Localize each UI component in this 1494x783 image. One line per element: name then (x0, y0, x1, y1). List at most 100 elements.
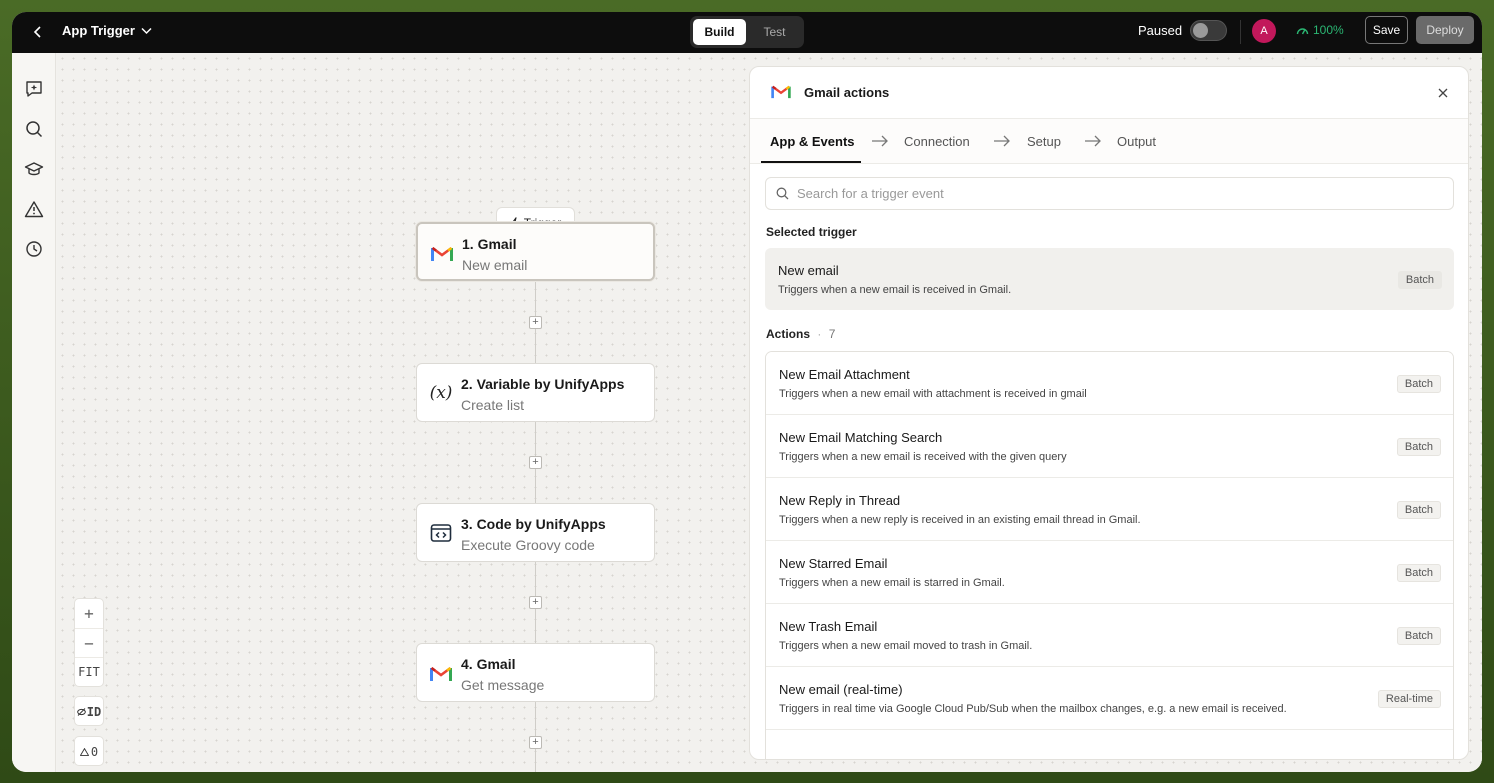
active-tab-underline (761, 161, 861, 163)
list-item[interactable]: New Email Matching Search Triggers when … (766, 415, 1453, 478)
workflow-node-2[interactable]: (x) 2. Variable by UnifyApps Create list (416, 363, 655, 422)
search-box (765, 177, 1454, 210)
mode-toggle: Build Test (690, 16, 804, 48)
avatar[interactable]: A (1252, 19, 1276, 43)
event-description: Triggers when a new email is received in… (778, 284, 1012, 296)
list-item[interactable]: New Starred Email Triggers when a new em… (766, 541, 1453, 604)
zoom-in-button[interactable]: + (75, 599, 103, 628)
arrow-right-icon (872, 135, 888, 147)
health-value: 100% (1313, 23, 1344, 37)
list-item[interactable]: New Reply in Thread Triggers when a new … (766, 478, 1453, 541)
panel-header: Gmail actions (750, 67, 1468, 119)
list-item-partial[interactable] (766, 730, 1453, 759)
warnings-count: 0 (75, 737, 103, 766)
node-title: 4. Gmail (461, 656, 516, 672)
actions-list: New Email Attachment Triggers when a new… (765, 351, 1454, 759)
rail-learn-button[interactable] (23, 158, 45, 180)
warning-small-icon (79, 747, 89, 756)
add-step-button[interactable]: + (529, 456, 542, 469)
build-mode-button[interactable]: Build (693, 19, 746, 45)
health-indicator: 100% (1296, 23, 1344, 37)
id-toggle: ID (75, 697, 103, 726)
paused-toggle[interactable] (1190, 20, 1227, 41)
arrow-right-icon (1085, 135, 1101, 147)
event-description: Triggers in real time via Google Cloud P… (779, 703, 1287, 715)
add-step-button[interactable]: + (529, 596, 542, 609)
left-rail (12, 53, 56, 772)
gmail-actions-panel: Gmail actions App & Events Connection Se… (749, 66, 1469, 760)
eye-off-icon (76, 707, 86, 716)
actions-label: Actions (766, 327, 811, 341)
node-title: 1. Gmail (462, 236, 517, 252)
mode-badge: Batch (1397, 271, 1442, 289)
top-bar: App Trigger Build Test Paused A 100% Sav… (12, 12, 1482, 53)
id-toggle-label: ID (86, 704, 102, 719)
workflow-node-4[interactable]: 4. Gmail Get message (416, 643, 655, 702)
toggle-knob (1193, 23, 1208, 38)
mode-badge: Batch (1396, 438, 1441, 456)
close-icon[interactable] (1436, 86, 1450, 100)
app-window: App Trigger Build Test Paused A 100% Sav… (12, 12, 1482, 772)
divider (1240, 20, 1241, 44)
selected-trigger-heading: Selected trigger (766, 225, 857, 239)
chevron-left-icon (33, 26, 41, 38)
event-title: New email (real-time) (779, 682, 903, 697)
search-icon (26, 121, 43, 138)
node-subtitle: New email (462, 257, 528, 273)
list-item[interactable]: New Email Attachment Triggers when a new… (766, 352, 1453, 415)
arrow-right-icon (994, 135, 1010, 147)
variable-icon: (x) (429, 383, 453, 403)
selected-trigger-card[interactable]: New email Triggers when a new email is r… (765, 248, 1454, 310)
mode-badge: Batch (1396, 564, 1441, 582)
node-subtitle: Create list (461, 397, 525, 413)
add-step-button[interactable]: + (529, 736, 542, 749)
mode-badge: Batch (1396, 501, 1441, 519)
mode-badge: Batch (1396, 627, 1441, 645)
list-item[interactable]: New email (real-time) Triggers in real t… (766, 667, 1453, 730)
tab-output[interactable]: Output (1117, 134, 1156, 149)
mode-badge: Real-time (1377, 690, 1441, 708)
warnings-button[interactable]: 0 (74, 736, 104, 766)
actions-heading: Actions · 7 (766, 327, 835, 341)
warnings-value: 0 (90, 744, 99, 759)
back-button[interactable] (28, 22, 48, 42)
event-title: New Email Matching Search (779, 430, 943, 445)
tab-connection[interactable]: Connection (904, 134, 970, 149)
search-input[interactable] (797, 186, 1397, 201)
actions-count: 7 (828, 327, 836, 341)
add-step-button[interactable]: + (529, 316, 542, 329)
list-item[interactable]: New Trash Email Triggers when a new emai… (766, 604, 1453, 667)
rail-history-button[interactable] (23, 238, 45, 260)
rail-search-button[interactable] (23, 118, 45, 140)
event-description: Triggers when a new reply is received in… (779, 514, 1141, 526)
test-mode-button[interactable]: Test (748, 19, 801, 45)
paused-label: Paused (1138, 23, 1183, 38)
app-title: App Trigger (62, 23, 135, 38)
id-toggle-button[interactable]: ID (74, 696, 104, 726)
event-title: New Trash Email (779, 619, 878, 634)
node-title: 2. Variable by UnifyApps (461, 376, 625, 392)
code-icon (429, 522, 453, 544)
app-title-dropdown[interactable]: App Trigger (62, 23, 152, 38)
event-title: New Starred Email (779, 556, 888, 571)
workflow-node-3[interactable]: 3. Code by UnifyApps Execute Groovy code (416, 503, 655, 562)
sparkle-chat-icon (26, 81, 42, 97)
deploy-button[interactable]: Deploy (1416, 16, 1474, 44)
chevron-down-icon (141, 27, 152, 34)
search-icon (776, 187, 789, 200)
gmail-icon (429, 662, 453, 684)
node-title: 3. Code by UnifyApps (461, 516, 606, 532)
tab-setup[interactable]: Setup (1027, 134, 1061, 149)
save-button[interactable]: Save (1365, 16, 1408, 44)
fit-view-button[interactable]: FIT (75, 657, 103, 686)
node-subtitle: Execute Groovy code (461, 537, 595, 553)
workflow-node-1[interactable]: 1. Gmail New email (416, 222, 655, 281)
rail-alerts-button[interactable] (23, 198, 45, 220)
gauge-icon (1296, 28, 1309, 35)
graduation-cap-icon (24, 162, 44, 176)
gmail-icon (771, 85, 791, 99)
panel-title: Gmail actions (804, 85, 890, 100)
tab-app-events[interactable]: App & Events (770, 134, 855, 149)
rail-ai-button[interactable] (23, 78, 45, 100)
zoom-out-button[interactable]: − (75, 628, 103, 657)
